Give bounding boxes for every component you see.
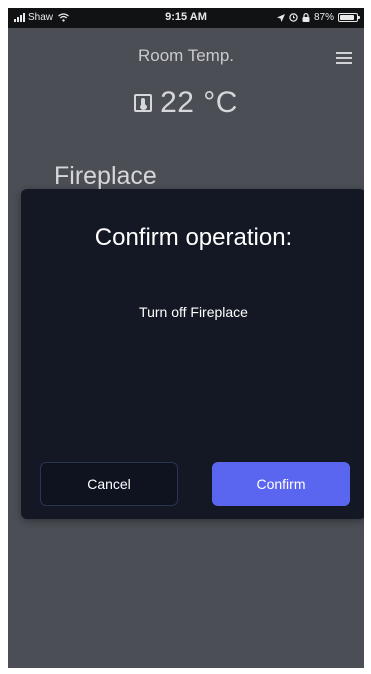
battery-icon xyxy=(338,13,360,22)
thermometer-icon xyxy=(134,94,153,112)
status-bar: Shaw 9:15 AM 87% xyxy=(8,8,364,28)
lock-icon xyxy=(302,13,310,22)
alarm-icon xyxy=(289,13,298,22)
battery-fill xyxy=(340,15,354,20)
temperature-display: 22 °C xyxy=(8,86,364,120)
hamburger-menu-icon[interactable] xyxy=(336,52,352,64)
dialog-title: Confirm operation: xyxy=(94,224,293,251)
dialog-message: Turn off Fireplace xyxy=(139,304,248,320)
location-icon xyxy=(276,13,285,22)
status-right: 87% xyxy=(276,12,360,23)
cancel-button[interactable]: Cancel xyxy=(40,462,178,506)
battery-tip xyxy=(358,16,360,19)
device-title: Fireplace xyxy=(54,162,157,190)
confirm-button[interactable]: Confirm xyxy=(212,462,350,506)
battery-percent: 87% xyxy=(313,12,334,23)
room-temp-label: Room Temp. xyxy=(137,46,235,65)
confirm-dialog: Confirm operation: Turn off Fireplace Ca… xyxy=(21,189,364,519)
temperature-value: 22 °C xyxy=(160,86,238,119)
phone-screen: Shaw 9:15 AM 87% Room Temp. 22 °C Firepl… xyxy=(8,8,364,668)
